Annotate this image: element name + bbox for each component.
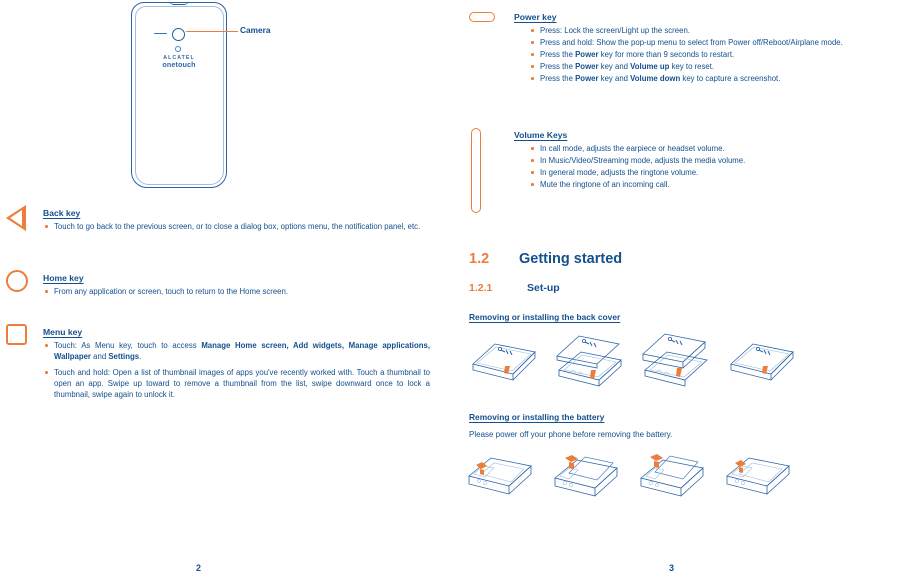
list-item: Press the Power key for more than 9 seco… [529,49,879,60]
figure-battery-step-3 [633,452,719,510]
phone-top-notch [169,0,189,5]
key-title-power: Power key [514,12,557,22]
key-block-home: Home key From any application or screen,… [6,268,430,298]
camera-callout-line [186,31,238,32]
right-page: Power key Press: Lock the screen/Light u… [449,0,898,579]
camera-callout-label: Camera [240,25,271,35]
key-block-power: Power key Press: Lock the screen/Light u… [469,7,879,85]
list-item: Touch: As Menu key, touch to access Mana… [43,340,430,362]
key-bullets-menu: Touch: As Menu key, touch to access Mana… [43,340,430,400]
figure-row-battery [461,452,805,510]
menu-square-icon [6,322,36,352]
list-item: In call mode, adjusts the earpiece or he… [529,143,879,154]
section-heading-getting-started: 1.2 Getting started [469,251,622,267]
left-page: ALCATEL onetouch Camera Back key Touch t… [0,0,449,579]
list-item: Touch to go back to the previous screen,… [43,221,430,232]
key-block-menu: Menu key Touch: As Menu key, touch to ac… [6,322,430,401]
figure-battery-step-4 [719,452,805,510]
key-title-home: Home key [43,273,84,283]
key-bullets-power: Press: Lock the screen/Light up the scre… [529,25,879,84]
figure-back-cover-step-1 [461,330,547,388]
key-block-back: Back key Touch to go back to the previou… [6,203,430,233]
list-item: Press the Power key and Volume up key to… [529,61,879,72]
figure-row-back-cover [461,330,805,388]
figure-back-cover-step-4 [719,330,805,388]
section-title: Getting started [519,251,623,267]
list-item: Press the Power key and Volume down key … [529,73,879,84]
key-bullets-volume: In call mode, adjusts the earpiece or he… [529,143,879,190]
list-item: From any application or screen, touch to… [43,286,430,297]
list-item: Touch and hold: Open a list of thumbnail… [43,367,430,400]
page-number-right: 3 [669,563,675,573]
key-title-back: Back key [43,208,81,218]
phone-brand-mark: ALCATEL onetouch [131,55,227,70]
figure-back-cover-step-3 [633,330,719,388]
heading-back-cover: Removing or installing the back cover [469,312,621,322]
key-bullets-back: Touch to go back to the previous screen,… [43,221,430,232]
key-bullets-home: From any application or screen, touch to… [43,286,430,297]
subsection-number: 1.2.1 [469,282,493,294]
power-pill-icon [469,9,499,39]
figure-back-cover-step-2 [547,330,633,388]
key-title-menu: Menu key [43,327,83,337]
list-item: Press and hold: Show the pop-up menu to … [529,37,879,48]
brand-onetouch-text: onetouch [162,60,196,70]
volume-pill-icon [469,125,499,217]
page-number-left: 2 [196,563,202,573]
section-number: 1.2 [469,251,490,267]
battery-note-text: Please power off your phone before remov… [469,430,673,439]
list-item: Mute the ringtone of an incoming call. [529,179,879,190]
camera-flash-icon [175,46,181,52]
manual-spread: ALCATEL onetouch Camera Back key Touch t… [0,0,898,579]
figure-battery-step-1 [461,452,547,510]
home-circle-icon [6,268,36,298]
key-title-volume: Volume Keys [514,130,568,140]
list-item: In general mode, adjusts the ringtone vo… [529,167,879,178]
figure-battery-step-2 [547,452,633,510]
list-item: Press: Lock the screen/Light up the scre… [529,25,879,36]
heading-battery: Removing or installing the battery [469,412,605,422]
subsection-heading-setup: 1.2.1 Set-up [469,282,560,294]
phone-speaker-slot [154,33,167,34]
subsection-title: Set-up [527,282,560,294]
camera-lens-icon [172,28,185,41]
back-triangle-icon [6,203,36,233]
list-item: In Music/Video/Streaming mode, adjusts t… [529,155,879,166]
key-block-volume: Volume Keys In call mode, adjusts the ea… [469,125,879,213]
